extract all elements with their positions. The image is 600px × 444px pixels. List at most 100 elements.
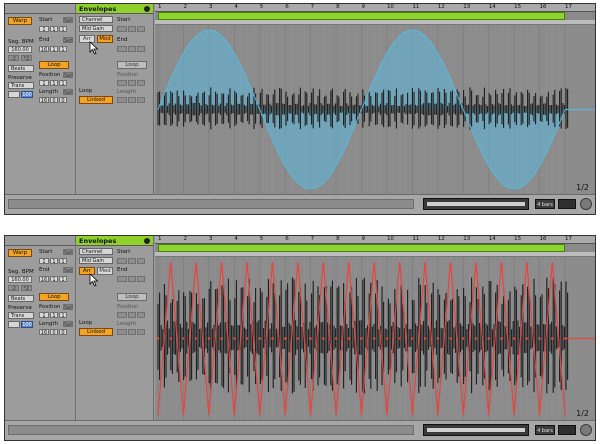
transient-envelope-value[interactable]: 100 [21,321,33,328]
position-sixteenth-field[interactable]: 1 [59,312,67,319]
preserve-select[interactable]: Trans [8,82,34,89]
seg-bpm-field[interactable]: 160.00 [8,46,32,53]
envelope-length-sixteenth-field[interactable] [137,329,145,335]
envelope-position-beat-field[interactable] [128,80,136,86]
envelope-end-beat-field[interactable] [128,276,136,282]
end-set-button[interactable]: Set [63,267,73,274]
envelope-length-beat-field[interactable] [128,329,136,335]
warp-mode-select[interactable]: Beats [8,295,34,302]
sample-editor[interactable]: 1 2 3 4 5 6 7 8 9 10 11 12 13 14 15 16 17 1/2 [155,236,595,420]
loop-button[interactable]: Loop [39,61,69,69]
envelope-position-bar-field[interactable] [117,80,127,86]
envelope-position-bar-field[interactable] [117,312,127,318]
mod-envelope-button[interactable]: Mod [97,35,113,43]
follow-button-icon[interactable] [580,424,592,436]
sample-editor[interactable]: 1 2 3 4 5 6 7 8 9 10 11 12 13 14 15 16 17 1/2 [155,4,595,194]
position-sixteenth-field[interactable]: 1 [59,80,67,87]
loop-brace[interactable] [158,244,565,252]
grid-setting-box[interactable] [558,425,576,435]
envelope-length-bar-field[interactable] [117,97,127,103]
envelope-position-sixteenth-field[interactable] [137,80,145,86]
envelope-device-select[interactable]: Channel [79,248,113,255]
envelope-length-sixteenth-field[interactable] [137,97,145,103]
zoom-length-display[interactable]: 4 bars [535,425,555,435]
loop-button[interactable]: Loop [39,293,69,301]
length-sixteenth-field[interactable]: 0 [59,329,67,336]
double-tempo-button[interactable]: *2 [21,55,32,62]
clip-overview-thumb[interactable] [423,424,529,436]
envelope-start-bar-field[interactable] [117,258,127,264]
position-set-button[interactable]: Set [63,72,73,79]
envelope-linked-button[interactable]: Linked [79,96,113,104]
envelope-control-select[interactable]: Mid Gain [79,257,113,264]
transient-envelope-select[interactable] [8,91,20,98]
end-bar-field[interactable]: 16 [39,46,49,53]
position-set-button[interactable]: Set [63,304,73,311]
envelope-start-sixteenth-field[interactable] [137,26,145,32]
envelope-length-bar-field[interactable] [117,329,127,335]
mod-envelope-button[interactable]: Mod [97,267,113,275]
envelopes-toggle-icon[interactable] [144,238,150,244]
loop-brace[interactable] [158,12,565,20]
envelope-end-sixteenth-field[interactable] [137,276,145,282]
follow-button-icon[interactable] [580,198,592,210]
position-beat-field[interactable]: 1 [50,80,58,87]
envelope-end-sixteenth-field[interactable] [137,46,145,52]
warp-button[interactable]: Warp [8,17,32,25]
clip-scroll-track[interactable] [8,199,414,209]
length-set-button[interactable]: Set [63,321,73,328]
length-sixteenth-field[interactable]: 0 [59,97,67,104]
beat-time-ruler[interactable]: 1 2 3 4 5 6 7 8 9 10 11 12 13 14 15 16 17 [155,236,595,244]
length-bar-field[interactable]: 16 [39,97,49,104]
transient-envelope-value[interactable]: 100 [21,91,33,98]
envelopes-toggle-icon[interactable] [144,6,150,12]
clip-overview-thumb[interactable] [423,198,529,210]
envelope-control-select[interactable]: Mid Gain [79,25,113,32]
end-beat-field[interactable]: 1 [50,276,58,283]
length-beat-field[interactable]: 0 [50,97,58,104]
envelope-start-beat-field[interactable] [128,258,136,264]
grid-setting-box[interactable] [558,199,576,209]
preserve-select[interactable]: Trans [8,312,34,319]
envelope-loop-button[interactable]: Loop [117,61,147,69]
end-beat-field[interactable]: 1 [50,46,58,53]
waveform-display[interactable] [155,257,595,420]
envelope-device-select[interactable]: Channel [79,16,113,23]
length-set-button[interactable]: Set [63,89,73,96]
envelope-end-bar-field[interactable] [117,46,127,52]
position-bar-field[interactable]: 1 [39,312,49,319]
end-sixteenth-field[interactable]: 1 [59,276,67,283]
warp-mode-select[interactable]: Beats [8,65,34,72]
zoom-length-display[interactable]: 4 bars [535,199,555,209]
envelope-position-beat-field[interactable] [128,312,136,318]
start-beat-field[interactable]: 1 [50,26,58,33]
envelope-start-beat-field[interactable] [128,26,136,32]
end-sixteenth-field[interactable]: 1 [59,46,67,53]
start-beat-field[interactable]: 1 [50,258,58,265]
half-tempo-button[interactable]: :2 [8,285,19,292]
envelope-end-beat-field[interactable] [128,46,136,52]
clip-scroll-track[interactable] [8,425,414,435]
envelope-length-beat-field[interactable] [128,97,136,103]
beat-time-ruler[interactable]: 1 2 3 4 5 6 7 8 9 10 11 12 13 14 15 16 17 [155,4,595,12]
envelope-start-sixteenth-field[interactable] [137,258,145,264]
double-tempo-button[interactable]: *2 [21,285,32,292]
length-bar-field[interactable]: 16 [39,329,49,336]
start-set-button[interactable]: Set [63,249,73,256]
waveform-display[interactable] [155,25,595,194]
start-bar-field[interactable]: 1 [39,258,49,265]
envelope-start-bar-field[interactable] [117,26,127,32]
envelope-loop-button[interactable]: Loop [117,293,147,301]
length-beat-field[interactable]: 0 [50,329,58,336]
end-bar-field[interactable]: 16 [39,276,49,283]
position-bar-field[interactable]: 1 [39,80,49,87]
warp-button[interactable]: Warp [8,249,32,257]
transient-envelope-select[interactable] [8,321,20,328]
end-set-button[interactable]: Set [63,37,73,44]
start-sixteenth-field[interactable]: 1 [59,258,67,265]
start-bar-field[interactable]: 1 [39,26,49,33]
half-tempo-button[interactable]: :2 [8,55,19,62]
start-sixteenth-field[interactable]: 1 [59,26,67,33]
position-beat-field[interactable]: 1 [50,312,58,319]
seg-bpm-field[interactable]: 160.00 [8,276,32,283]
